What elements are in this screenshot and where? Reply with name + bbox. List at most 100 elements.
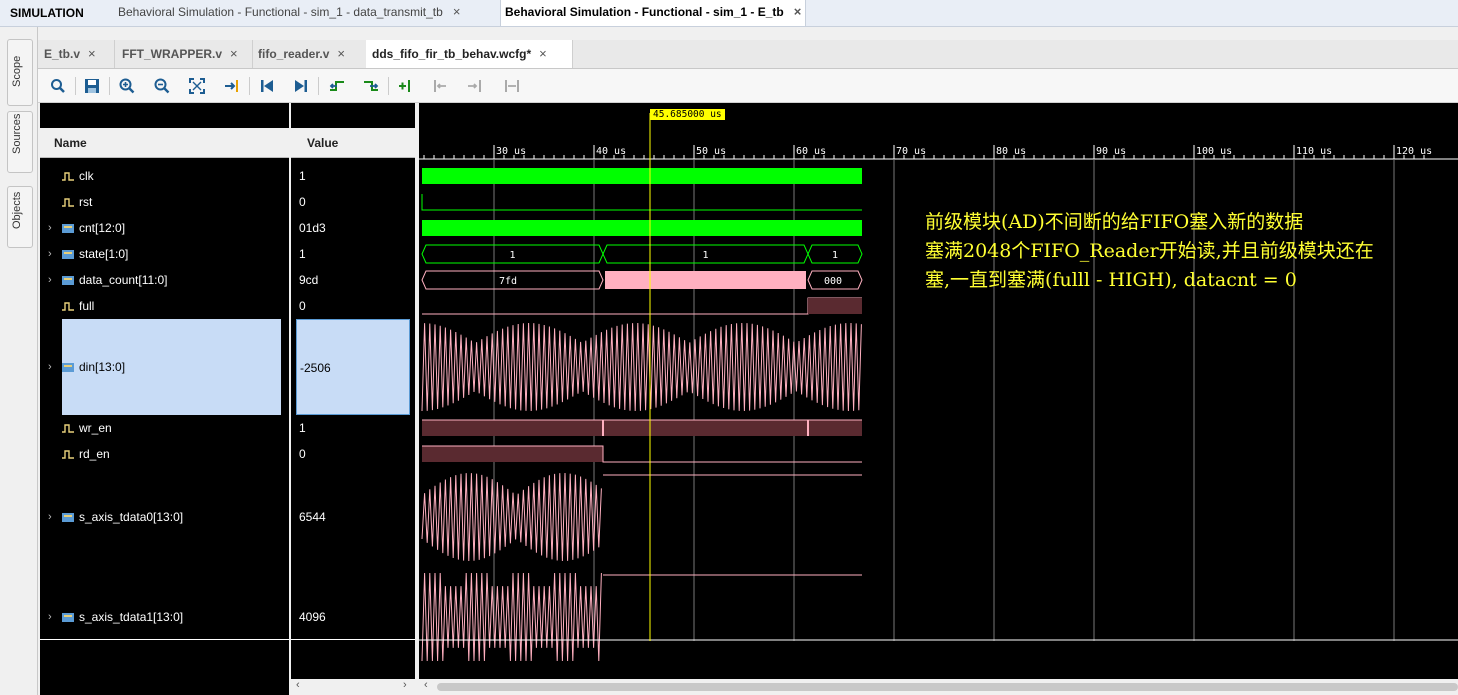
signal-value-list: 1 0 01d3 1 9cd 0 -2506 1 0 6544 4096 bbox=[291, 159, 415, 639]
previous-transition-icon[interactable] bbox=[326, 75, 348, 97]
signal-name: rd_en bbox=[79, 447, 110, 461]
signal-row[interactable]: rst bbox=[40, 189, 289, 215]
list-divider bbox=[40, 639, 289, 640]
wave-scrollbar[interactable]: ‹ bbox=[419, 679, 1458, 695]
next-marker-icon[interactable] bbox=[464, 75, 486, 97]
signal-value: 9cd bbox=[299, 273, 319, 287]
close-icon[interactable]: × bbox=[453, 4, 461, 19]
signal-value-row[interactable]: 9cd bbox=[291, 267, 415, 293]
signal-value-row[interactable]: 1 bbox=[291, 163, 415, 189]
next-transition-icon[interactable] bbox=[360, 75, 382, 97]
ruler-tick-label: 40 us bbox=[596, 146, 626, 157]
list-divider bbox=[291, 639, 415, 640]
tab-fifo-reader[interactable]: fifo_reader.v × bbox=[252, 40, 369, 68]
tab-data-transmit-tb[interactable]: Behavioral Simulation - Functional - sim… bbox=[118, 0, 460, 26]
expand-chevron-icon[interactable]: › bbox=[48, 319, 52, 415]
signal-name: din[13:0] bbox=[79, 360, 126, 374]
waveform-canvas[interactable]: 30 us 40 us 50 us 60 us 70 us 80 us 90 us 100 u… bbox=[419, 103, 1458, 695]
signal-row[interactable]: rd_en bbox=[40, 441, 289, 467]
signal-row[interactable]: › cnt[12:0] bbox=[40, 215, 289, 241]
signal-row[interactable]: › s_axis_tdata1[13:0] bbox=[40, 569, 289, 665]
close-icon[interactable]: × bbox=[88, 46, 96, 61]
signal-row[interactable]: full bbox=[40, 293, 289, 319]
clk-waveform bbox=[422, 168, 862, 184]
tab-label: Behavioral Simulation - Functional - sim… bbox=[118, 5, 443, 19]
side-panel-strip: Scope Sources Objects bbox=[0, 27, 38, 695]
bus-signal-icon bbox=[62, 513, 74, 522]
toolbar-divider bbox=[388, 77, 389, 95]
signal-value: 6544 bbox=[299, 510, 326, 524]
signal-value-panel: Value 1 0 01d3 1 9cd 0 -2506 1 0 6544 4096 ‹ › bbox=[291, 103, 415, 695]
swap-cursors-icon[interactable] bbox=[501, 75, 523, 97]
tab-label: Behavioral Simulation - Functional - sim… bbox=[505, 5, 784, 19]
signal-row[interactable]: clk bbox=[40, 163, 289, 189]
value-scrollbar[interactable]: ‹ › bbox=[291, 679, 415, 695]
scrollbar-thumb[interactable] bbox=[437, 683, 1458, 691]
name-header-spacer bbox=[40, 103, 289, 127]
toolbar-divider bbox=[109, 77, 110, 95]
signal-value-row[interactable]: 6544 bbox=[291, 469, 415, 565]
save-icon[interactable] bbox=[81, 75, 103, 97]
signal-name: clk bbox=[79, 169, 94, 183]
go-to-start-icon[interactable] bbox=[256, 75, 278, 97]
tab-fft-wrapper[interactable]: FFT_WRAPPER.v × bbox=[116, 40, 253, 68]
signal-value-row[interactable]: 0 bbox=[291, 189, 415, 215]
scroll-right-icon[interactable]: › bbox=[403, 679, 407, 691]
rst-waveform bbox=[421, 194, 862, 211]
signal-value-row[interactable]: 1 bbox=[291, 415, 415, 441]
expand-chevron-icon[interactable]: › bbox=[48, 215, 52, 241]
scroll-left-icon[interactable]: ‹ bbox=[424, 679, 428, 691]
din-analog-waveform-trace bbox=[421, 322, 862, 412]
search-icon[interactable] bbox=[47, 75, 69, 97]
signal-row[interactable]: wr_en bbox=[40, 415, 289, 441]
s-axis-tdata0-analog-waveform bbox=[421, 472, 602, 562]
add-marker-icon[interactable] bbox=[395, 75, 417, 97]
signal-value-row[interactable]: 1 bbox=[291, 241, 415, 267]
data-count-busy-fill bbox=[605, 271, 806, 289]
side-tab-scope[interactable]: Scope bbox=[7, 39, 33, 106]
signal-row[interactable]: › s_axis_tdata0[13:0] bbox=[40, 469, 289, 565]
zoom-out-icon[interactable] bbox=[151, 75, 173, 97]
previous-marker-icon[interactable] bbox=[429, 75, 451, 97]
close-icon[interactable]: × bbox=[539, 46, 547, 61]
signal-value-row[interactable]: 4096 bbox=[291, 569, 415, 665]
tab-e-tb[interactable]: Behavioral Simulation - Functional - sim… bbox=[500, 0, 807, 26]
expand-chevron-icon[interactable]: › bbox=[48, 569, 52, 665]
signal-value: 1 bbox=[299, 421, 306, 435]
toolbar-divider bbox=[249, 77, 250, 95]
simulation-section-title: SIMULATION bbox=[10, 6, 84, 20]
signal-row[interactable]: › state[1:0] bbox=[40, 241, 289, 267]
side-tab-sources[interactable]: Sources bbox=[7, 111, 33, 173]
close-icon[interactable]: × bbox=[230, 46, 238, 61]
side-tab-label: Sources bbox=[11, 113, 23, 154]
simulation-header-bar: SIMULATION Behavioral Simulation - Funct… bbox=[0, 0, 1458, 27]
zoom-in-icon[interactable] bbox=[116, 75, 138, 97]
side-tab-objects[interactable]: Objects bbox=[7, 186, 33, 248]
signal-value-row[interactable]: -2506 bbox=[296, 319, 410, 415]
signal-value-row[interactable]: 01d3 bbox=[291, 215, 415, 241]
signal-value-row[interactable]: 0 bbox=[291, 293, 415, 319]
expand-chevron-icon[interactable]: › bbox=[48, 241, 52, 267]
name-column-header[interactable]: Name bbox=[40, 128, 289, 158]
signal-value-row[interactable]: 0 bbox=[291, 441, 415, 467]
signal-row[interactable]: › data_count[11:0] bbox=[40, 267, 289, 293]
bus-signal-icon bbox=[62, 224, 74, 233]
go-to-end-icon[interactable] bbox=[290, 75, 312, 97]
value-column-header[interactable]: Value bbox=[291, 128, 415, 158]
expand-chevron-icon[interactable]: › bbox=[48, 469, 52, 565]
data-count-bus-label: 000 bbox=[824, 276, 842, 287]
editor-tab-bar: E_tb.v × FFT_WRAPPER.v × fifo_reader.v × dd… bbox=[38, 40, 1458, 69]
scroll-left-icon[interactable]: ‹ bbox=[296, 679, 300, 691]
expand-chevron-icon[interactable]: › bbox=[48, 267, 52, 293]
close-icon[interactable]: × bbox=[337, 46, 345, 61]
zoom-fit-icon[interactable] bbox=[186, 75, 208, 97]
signal-name-list: clk rst › cnt[12:0] › state[1:0] › data_count[1… bbox=[40, 159, 289, 639]
signal-row[interactable]: › din[13:0] bbox=[48, 319, 281, 415]
tab-e-tb-v[interactable]: E_tb.v × bbox=[38, 40, 115, 68]
data-count-bus-label: 7fd bbox=[499, 276, 517, 287]
go-to-cursor-icon[interactable] bbox=[221, 75, 243, 97]
cursor-time-label[interactable]: 45.685000 us bbox=[650, 109, 725, 120]
tab-wcfg[interactable]: dds_fifo_fir_tb_behav.wcfg* × bbox=[366, 40, 573, 68]
close-icon[interactable]: × bbox=[794, 4, 802, 19]
bus-signal-icon bbox=[62, 613, 74, 622]
